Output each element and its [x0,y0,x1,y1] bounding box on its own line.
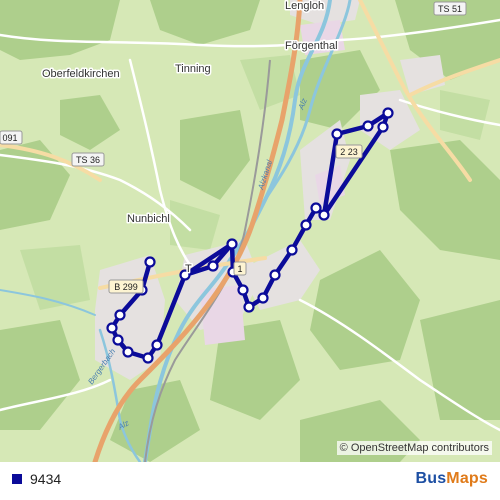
stop-marker[interactable] [207,260,219,272]
stop-marker[interactable] [112,334,124,346]
brand-bus-text: Bus [415,470,447,487]
place-label-nunbichl: Nunbichl [127,213,170,225]
stop-marker[interactable] [151,339,163,351]
stop-marker[interactable] [377,121,389,133]
map-attribution[interactable]: © OpenStreetMap contributors [336,441,492,455]
place-label-town: T [185,263,192,275]
road-label: B 299 [114,282,138,292]
road-shield-b299: B 299 [108,279,144,294]
stop-marker[interactable] [144,256,156,268]
stop-marker[interactable] [362,120,374,132]
stop-marker[interactable] [257,292,269,304]
road-shield-091: 091 [0,130,23,145]
legend-line-label: 9434 [30,471,62,487]
road-label: TS 36 [76,155,100,165]
stop-marker[interactable] [318,209,330,221]
road-label: TS 51 [438,4,462,14]
road-shield-ts36: TS 36 [71,152,105,167]
place-label-foergenthal: Förgenthal [285,40,338,52]
brand-maps-text: Maps [446,470,488,487]
road-shield-1: 1 [233,261,247,276]
map[interactable]: TS 51 TS 36 B 299 091 2 23 1 Alz Alzkana… [0,0,500,462]
stop-marker[interactable] [300,219,312,231]
stop-marker[interactable] [142,352,154,364]
legend-color-swatch [12,474,22,484]
stop-marker[interactable] [286,244,298,256]
stop-marker[interactable] [382,107,394,119]
place-label-lengloh: Lengloh [285,0,324,12]
road-label: 091 [2,133,17,143]
stop-marker[interactable] [122,346,134,358]
stop-marker[interactable] [331,128,343,140]
stop-marker[interactable] [269,269,281,281]
road-shield-ts51: TS 51 [433,1,467,16]
place-label-oberfeldkirchen: Oberfeldkirchen [42,68,120,80]
stop-marker[interactable] [106,322,118,334]
road-shield-23: 2 23 [335,144,363,159]
stop-marker[interactable] [226,238,238,250]
stop-marker[interactable] [243,301,255,313]
stop-marker[interactable] [237,284,249,296]
road-label: 2 23 [340,147,358,157]
road-label: 1 [237,264,242,274]
stop-marker[interactable] [114,309,126,321]
stop-marker[interactable] [310,202,322,214]
place-label-tinning: Tinning [175,63,211,75]
busmaps-logo[interactable]: BusMaps [415,470,488,488]
